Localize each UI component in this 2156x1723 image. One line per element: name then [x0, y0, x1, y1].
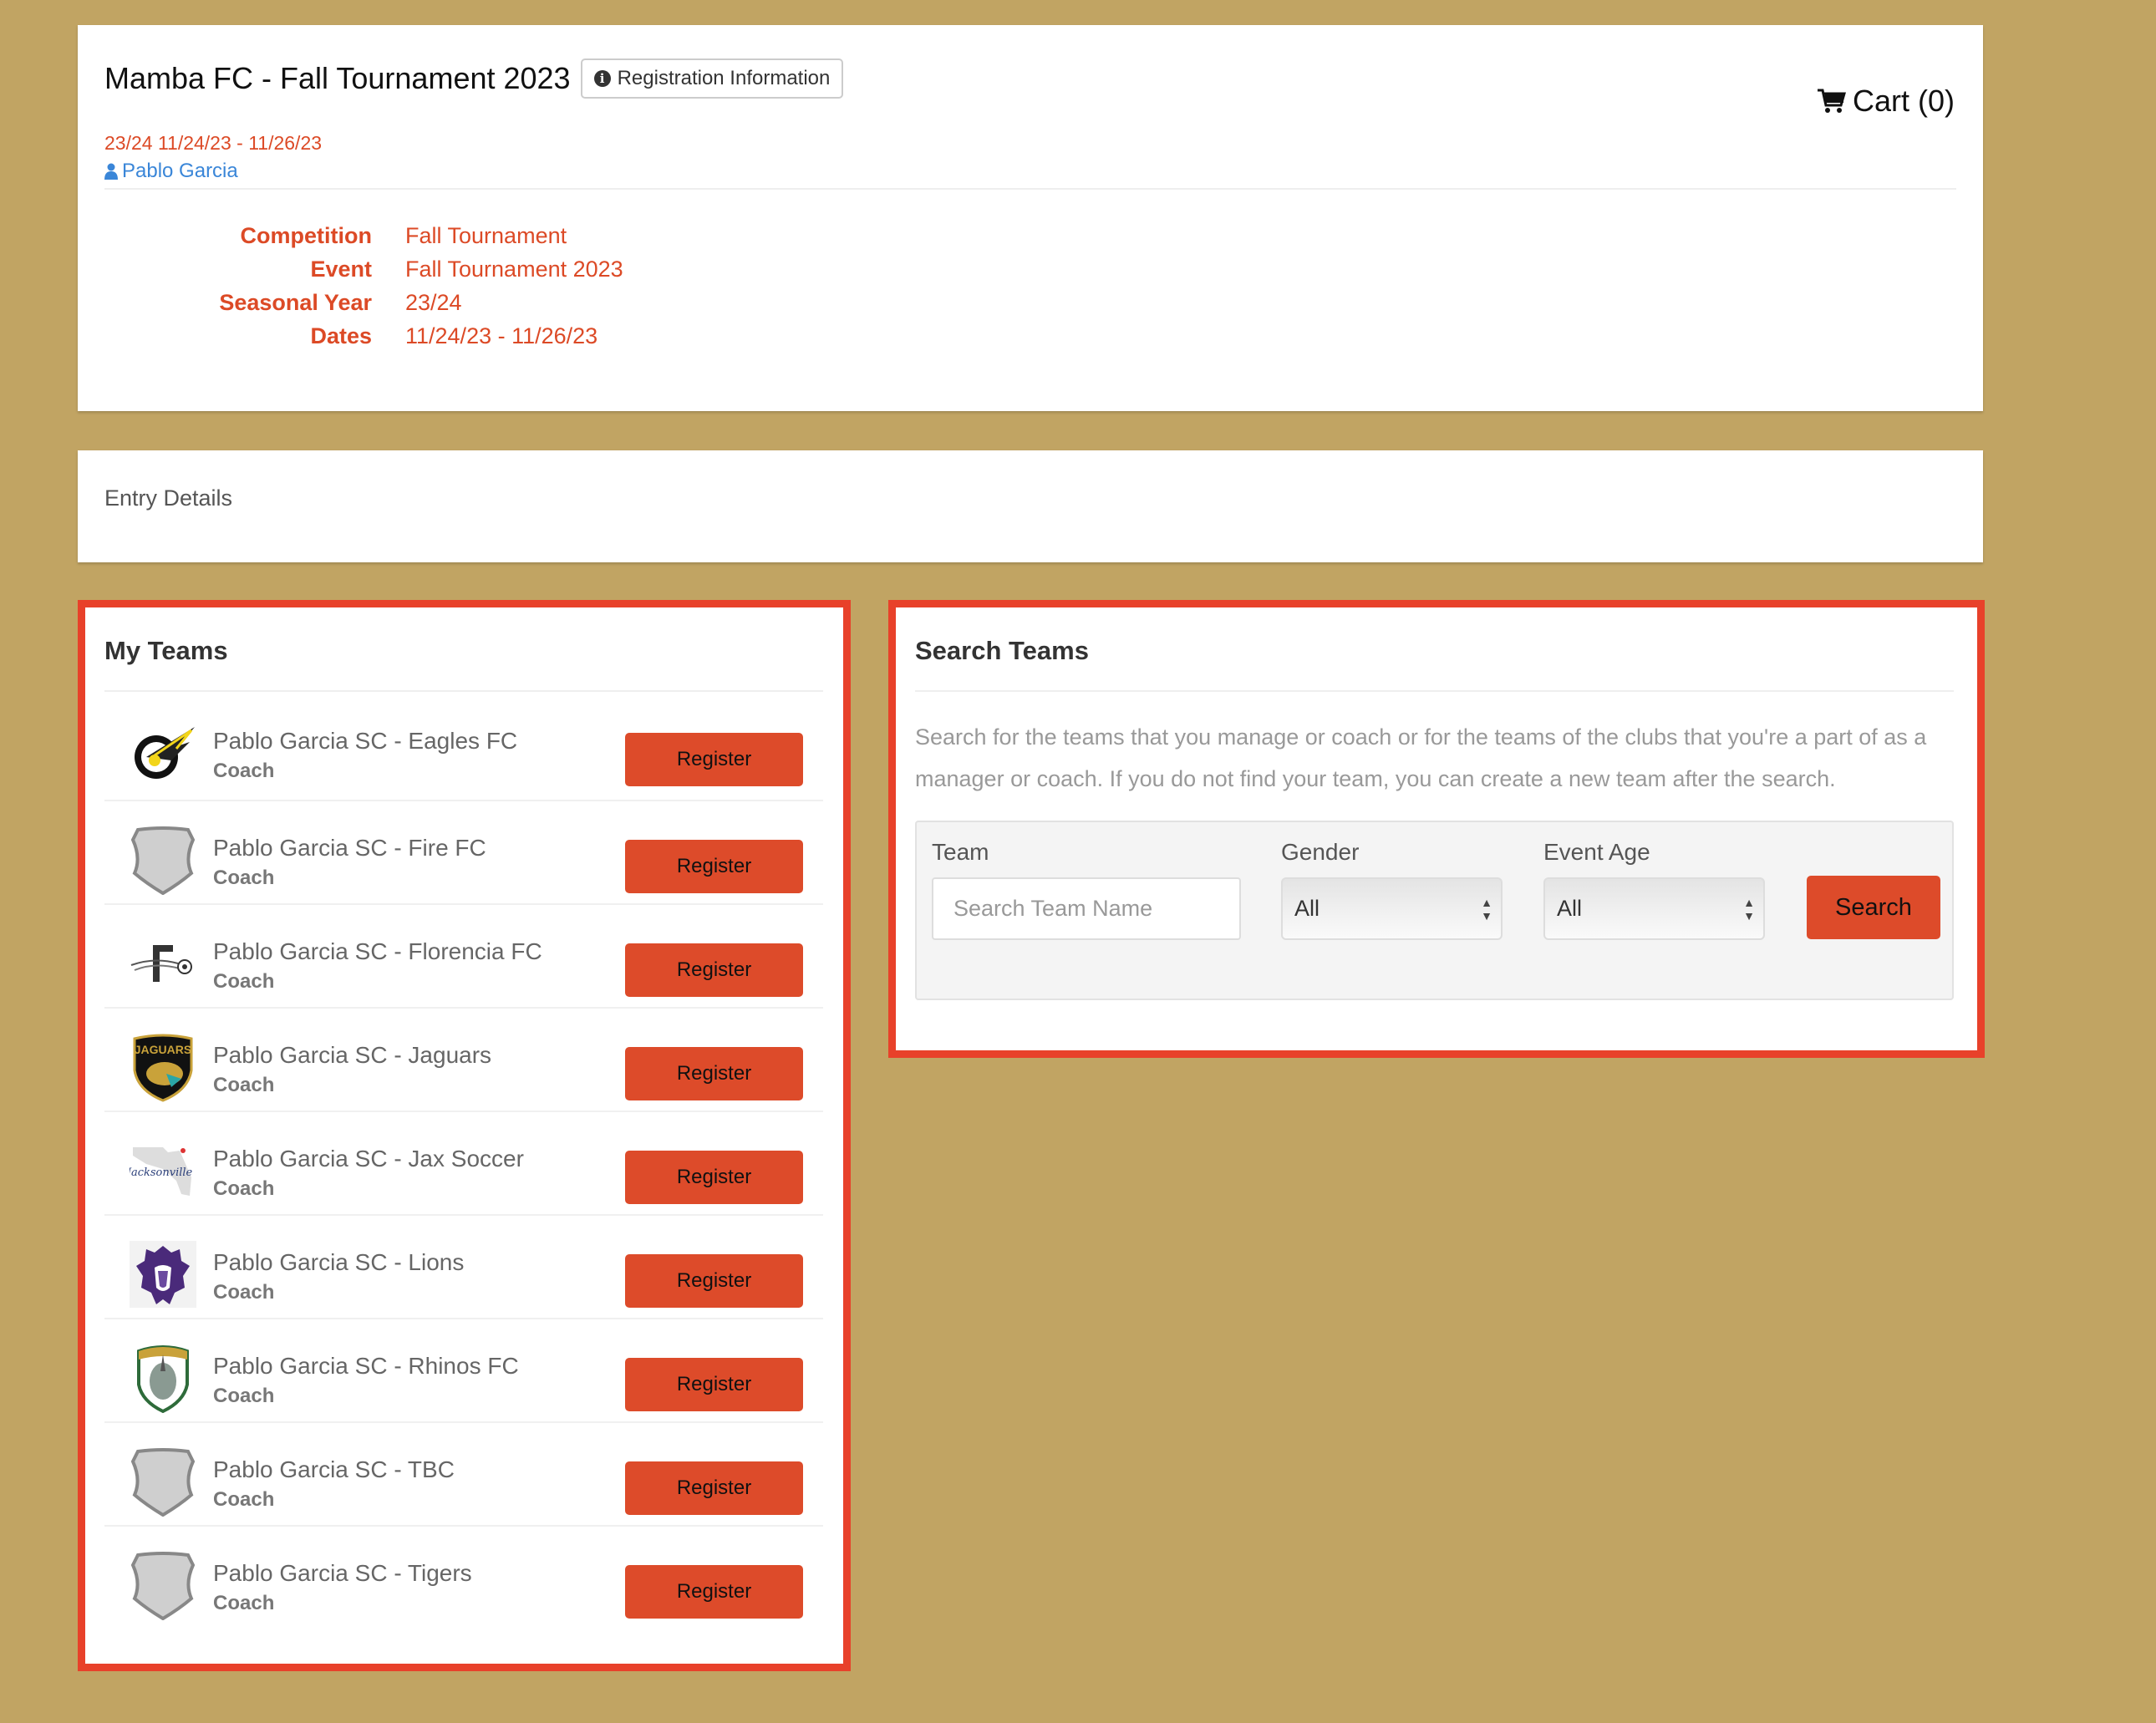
team-role: Coach	[213, 1488, 275, 1511]
event-details: Competition Fall Tournament Event Fall T…	[104, 219, 623, 353]
cart-icon	[1817, 89, 1846, 113]
team-list: Pablo Garcia SC - Eagles FC Coach Regist…	[104, 698, 823, 1630]
rhino-logo-icon	[130, 1344, 196, 1413]
gender-select-value: All	[1294, 896, 1320, 921]
team-name: Pablo Garcia SC - Eagles FC	[213, 728, 518, 754]
shield-placeholder-icon	[130, 826, 196, 895]
detail-value: Fall Tournament 2023	[405, 256, 623, 282]
my-teams-title: My Teams	[104, 636, 228, 665]
register-button[interactable]: Register	[625, 733, 803, 786]
info-icon: i	[593, 70, 611, 87]
team-row: JAGUARS Pablo Garcia SC - Jaguars Coach …	[104, 1009, 823, 1112]
team-name: Pablo Garcia SC - Fire FC	[213, 835, 486, 861]
detail-row-seasonal-year: Seasonal Year 23/24	[104, 286, 623, 319]
team-name: Pablo Garcia SC - Jaguars	[213, 1042, 492, 1068]
register-button[interactable]: Register	[625, 1565, 803, 1619]
detail-row-dates: Dates 11/24/23 - 11/26/23	[104, 319, 623, 353]
jacksonville-logo-icon: Jacksonville	[130, 1137, 196, 1204]
team-row: Pablo Garcia SC - Eagles FC Coach Regist…	[104, 698, 823, 801]
shield-placeholder-icon	[130, 1448, 196, 1517]
register-button[interactable]: Register	[625, 840, 803, 893]
team-name: Pablo Garcia SC - Lions	[213, 1249, 465, 1275]
my-teams-panel: My Teams Pablo Garcia SC - Eagles FC Coa…	[78, 600, 851, 1671]
team-search-input[interactable]	[932, 877, 1241, 940]
team-name: Pablo Garcia SC - Jax Soccer	[213, 1146, 524, 1172]
eagle-logo-icon	[130, 719, 196, 786]
team-role: Coach	[213, 1074, 275, 1096]
team-role: Coach	[213, 1592, 275, 1614]
register-button[interactable]: Register	[625, 1151, 803, 1204]
team-name: Pablo Garcia SC - Tigers	[213, 1560, 472, 1586]
user-icon	[104, 163, 118, 180]
team-role: Coach	[213, 760, 275, 782]
detail-label: Dates	[310, 323, 372, 348]
lion-logo-icon	[130, 1241, 196, 1308]
team-role: Coach	[213, 1281, 275, 1304]
event-subtitle-dates: 23/24 11/24/23 - 11/26/23	[104, 132, 323, 154]
my-teams-divider	[104, 690, 823, 692]
detail-row-event: Event Fall Tournament 2023	[104, 252, 623, 286]
entry-details-panel: Entry Details	[78, 450, 1983, 562]
search-button[interactable]: Search	[1807, 876, 1940, 939]
cart-link[interactable]: Cart (0)	[1817, 84, 1955, 119]
team-row: Pablo Garcia SC - Lions Coach Register	[104, 1216, 823, 1319]
team-row: Jacksonville Pablo Garcia SC - Jax Socce…	[104, 1112, 823, 1216]
event-age-field-label: Event Age	[1543, 839, 1650, 865]
team-row: Pablo Garcia SC - Fire FC Coach Register	[104, 801, 823, 905]
gender-field-label: Gender	[1281, 839, 1360, 865]
registration-information-button[interactable]: i Registration Information	[580, 58, 844, 99]
event-age-select[interactable]: All ▲ ▼	[1543, 877, 1765, 940]
detail-label: Seasonal Year	[219, 289, 372, 315]
register-button[interactable]: Register	[625, 1254, 803, 1308]
select-arrows-icon: ▲ ▼	[1743, 896, 1755, 922]
team-field-label: Team	[932, 839, 989, 865]
team-row: Pablo Garcia SC - Florencia FC Coach Reg…	[104, 905, 823, 1009]
team-role: Coach	[213, 867, 275, 889]
team-row: Pablo Garcia SC - Rhinos FC Coach Regist…	[104, 1319, 823, 1423]
header-divider	[104, 188, 1956, 190]
shield-placeholder-icon	[130, 1552, 196, 1620]
user-name: Pablo Garcia	[122, 160, 238, 182]
register-button[interactable]: Register	[625, 1047, 803, 1100]
cart-label: Cart (0)	[1852, 84, 1955, 118]
search-description: Search for the teams that you manage or …	[915, 724, 1927, 791]
team-name: Pablo Garcia SC - Rhinos FC	[213, 1353, 519, 1379]
detail-label: Competition	[240, 222, 372, 248]
search-teams-panel: Search Teams Search for the teams that y…	[888, 600, 1985, 1058]
entry-details-title: Entry Details	[104, 485, 233, 511]
detail-value: Fall Tournament	[405, 222, 567, 248]
team-row: Pablo Garcia SC - Tigers Coach Register	[104, 1527, 823, 1630]
detail-value: 11/24/23 - 11/26/23	[405, 323, 598, 348]
florencia-logo-icon	[130, 930, 196, 997]
register-button[interactable]: Register	[625, 1461, 803, 1515]
title-row: Mamba FC - Fall Tournament 2023 i Regist…	[104, 58, 844, 99]
jaguar-logo-icon: JAGUARS	[130, 1034, 196, 1102]
page-title: Mamba FC - Fall Tournament 2023	[104, 61, 571, 95]
team-name: Pablo Garcia SC - TBC	[213, 1456, 455, 1482]
event-age-select-value: All	[1557, 896, 1583, 921]
team-role: Coach	[213, 970, 275, 993]
search-teams-divider	[915, 690, 1954, 692]
event-header-panel: Mamba FC - Fall Tournament 2023 i Regist…	[78, 25, 1983, 411]
team-role: Coach	[213, 1177, 275, 1200]
team-name: Pablo Garcia SC - Florencia FC	[213, 938, 542, 964]
user-link[interactable]: Pablo Garcia	[104, 160, 238, 183]
detail-row-competition: Competition Fall Tournament	[104, 219, 623, 252]
registration-information-label: Registration Information	[617, 67, 831, 89]
detail-label: Event	[310, 256, 372, 282]
team-row: Pablo Garcia SC - TBC Coach Register	[104, 1423, 823, 1527]
register-button[interactable]: Register	[625, 943, 803, 997]
svg-text:Jacksonville: Jacksonville	[130, 1166, 193, 1179]
register-button[interactable]: Register	[625, 1358, 803, 1411]
search-form: Team Gender All ▲▼ Event Age All ▲▼ Sear…	[915, 821, 1954, 1000]
select-arrows-icon: ▲ ▼	[1481, 896, 1492, 922]
search-teams-title: Search Teams	[915, 636, 1089, 665]
svg-text:JAGUARS: JAGUARS	[135, 1043, 191, 1056]
detail-value: 23/24	[405, 289, 462, 315]
team-role: Coach	[213, 1385, 275, 1407]
gender-select[interactable]: All ▲ ▼	[1281, 877, 1503, 940]
